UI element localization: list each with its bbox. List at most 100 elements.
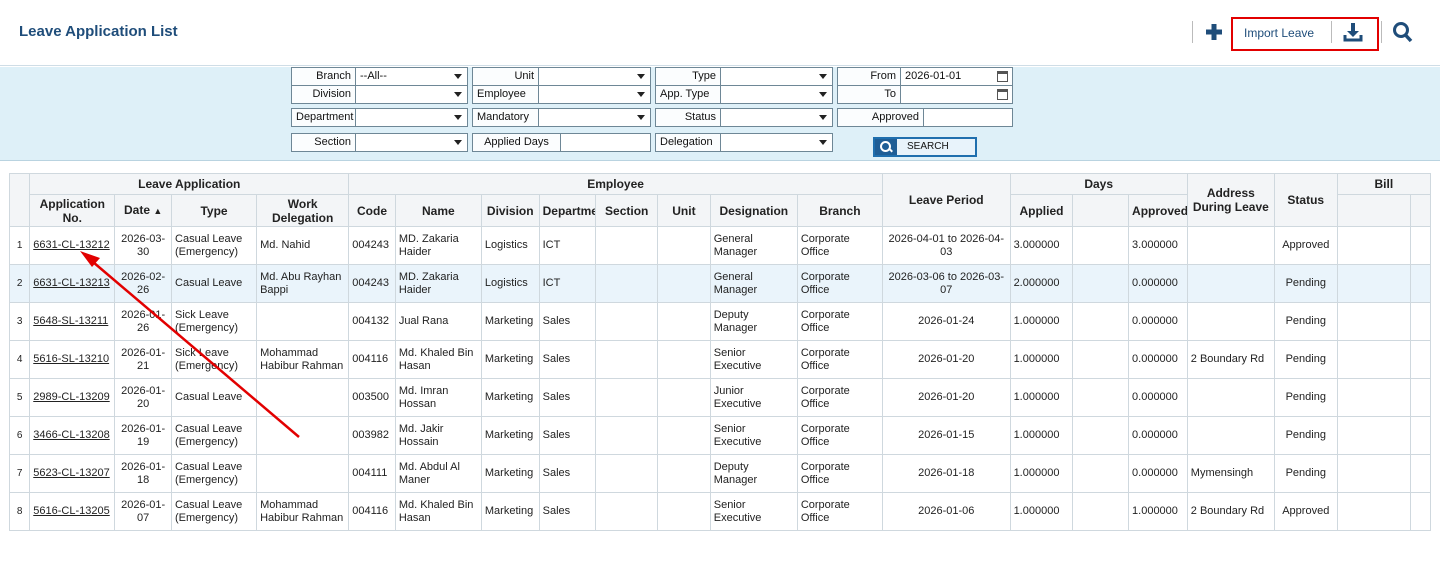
code-header[interactable]: Code [348, 194, 396, 227]
app-no-link[interactable]: 3466-CL-13208 [33, 429, 109, 441]
app-no-link[interactable]: 6631-CL-13212 [33, 239, 109, 251]
app-no-cell: 6631-CL-13213 [29, 264, 116, 303]
table-row[interactable]: 5 2989-CL-13209 2026-01-20 Casual Leave 0035… [8, 378, 1432, 417]
to-date-input[interactable] [900, 85, 1013, 104]
import-leave-button[interactable]: Import Leave [1244, 26, 1314, 40]
approved-cell: 0.000000 [1128, 454, 1188, 493]
division-cell: Logistics [480, 226, 540, 265]
branch-select[interactable]: --All-- [355, 67, 468, 86]
leave-period-header[interactable]: Leave Period [881, 173, 1011, 227]
employee-label: Employee [472, 85, 539, 104]
name-cell: Jual Rana [394, 302, 482, 341]
days-blank-cell [1072, 454, 1130, 493]
type-cell: Casual Leave (Emergency) [171, 226, 258, 265]
download-icon[interactable] [1343, 21, 1363, 43]
approved-cell: 0.000000 [1128, 378, 1188, 417]
app-no-header[interactable]: Application No. [29, 194, 116, 227]
status-select[interactable] [720, 108, 833, 127]
type-select[interactable] [720, 67, 833, 86]
section-header[interactable]: Section [595, 194, 659, 227]
approved-header[interactable]: Approved [1128, 194, 1188, 227]
name-header[interactable]: Name [394, 194, 482, 227]
app-no-cell: 5616-CL-13205 [29, 492, 116, 531]
table-row[interactable]: 6 3466-CL-13208 2026-01-19 Casual Leave (Em… [8, 416, 1432, 455]
date-cell: 2026-01-18 [114, 454, 173, 493]
plus-icon[interactable] [1204, 21, 1224, 43]
from-label: From [837, 67, 901, 86]
applied-days-input[interactable] [560, 133, 651, 152]
approved-cell: 0.000000 [1128, 264, 1188, 303]
delegation-select[interactable] [720, 133, 833, 152]
row-number-header [8, 173, 31, 227]
app-no-cell: 5623-CL-13207 [29, 454, 116, 493]
address-cell [1186, 378, 1275, 417]
table-row[interactable]: 3 5648-SL-13211 2026-01-26 Sick Leave (Emer… [8, 302, 1432, 341]
table-row[interactable]: 2 6631-CL-13213 2026-02-26 Casual Leave Md. … [8, 264, 1432, 303]
calendar-icon[interactable] [997, 71, 1008, 82]
app-no-link[interactable]: 2989-CL-13209 [33, 391, 109, 403]
app-no-cell: 5648-SL-13211 [29, 302, 116, 341]
approved-input[interactable] [923, 108, 1013, 127]
approved-cell: 3.000000 [1128, 226, 1188, 265]
unit-select[interactable] [538, 67, 651, 86]
app-no-link[interactable]: 5616-SL-13210 [33, 353, 109, 365]
sort-icon[interactable]: ▲︎ [153, 206, 162, 216]
type-cell: Casual Leave (Emergency) [171, 492, 258, 531]
applied-cell: 1.000000 [1009, 340, 1074, 379]
mandatory-select[interactable] [538, 108, 651, 127]
section-select[interactable] [355, 133, 468, 152]
chevron-down-icon [454, 92, 462, 97]
department-cell: ICT [538, 226, 597, 265]
type-header[interactable]: Type [171, 194, 258, 227]
name-cell: MD. Zakaria Haider [394, 226, 482, 265]
bill-cell [1409, 378, 1432, 417]
table-row[interactable]: 4 5616-SL-13210 2026-01-21 Sick Leave (Emer… [8, 340, 1432, 379]
address-header[interactable]: Address During Leave [1186, 173, 1275, 227]
date-header[interactable]: Date ▲︎ [114, 194, 173, 227]
applied-header[interactable]: Applied [1009, 194, 1074, 227]
department-header[interactable]: Department [538, 194, 597, 227]
division-header[interactable]: Division [480, 194, 540, 227]
leave-application-table: Leave Application Employee Leave Period … [8, 173, 1432, 531]
code-cell: 004132 [348, 302, 396, 341]
period-cell: 2026-01-20 [881, 340, 1011, 379]
calendar-icon[interactable] [997, 89, 1008, 100]
app-type-select[interactable] [720, 85, 833, 104]
work-delegation-header[interactable]: Work Delegation [256, 194, 350, 227]
app-no-link[interactable]: 5648-SL-13211 [33, 315, 108, 327]
applied-cell: 1.000000 [1009, 378, 1074, 417]
row-number: 7 [8, 454, 31, 493]
app-no-link[interactable]: 5616-CL-13205 [33, 505, 109, 517]
unit-header[interactable]: Unit [657, 194, 711, 227]
app-no-cell: 5616-SL-13210 [29, 340, 116, 379]
bill-cell [1336, 416, 1411, 455]
search-button[interactable]: SEARCH [873, 137, 977, 157]
days-blank-cell [1072, 492, 1130, 531]
division-select[interactable] [355, 85, 468, 104]
section-cell [595, 416, 659, 455]
branch-header[interactable]: Branch [796, 194, 883, 227]
row-number: 6 [8, 416, 31, 455]
applied-cell: 1.000000 [1009, 454, 1074, 493]
from-date-input[interactable]: 2026-01-01 [900, 67, 1013, 86]
app-no-link[interactable]: 5623-CL-13207 [33, 467, 109, 479]
section-cell [595, 492, 659, 531]
date-cell: 2026-01-26 [114, 302, 173, 341]
department-select[interactable] [355, 108, 468, 127]
bill-sub-header [1409, 194, 1432, 227]
search-icon[interactable] [1392, 20, 1414, 44]
table-row[interactable]: 8 5616-CL-13205 2026-01-07 Casual Leave (Em… [8, 492, 1432, 531]
designation-header[interactable]: Designation [709, 194, 798, 227]
section-cell [595, 454, 659, 493]
days-blank-cell [1072, 264, 1130, 303]
branch-cell: Corporate Office [796, 226, 883, 265]
table-row[interactable]: 7 5623-CL-13207 2026-01-18 Casual Leave (Em… [8, 454, 1432, 493]
department-cell: Sales [538, 302, 597, 341]
app-no-link[interactable]: 6631-CL-13213 [33, 277, 109, 289]
address-cell: Mymensingh [1186, 454, 1275, 493]
table-row[interactable]: 1 6631-CL-13212 2026-03-30 Casual Leave (Em… [8, 226, 1432, 265]
employee-select[interactable] [538, 85, 651, 104]
app-no-cell: 6631-CL-13212 [29, 226, 116, 265]
address-cell: 2 Boundary Rd [1186, 340, 1275, 379]
status-header[interactable]: Status [1273, 173, 1338, 227]
